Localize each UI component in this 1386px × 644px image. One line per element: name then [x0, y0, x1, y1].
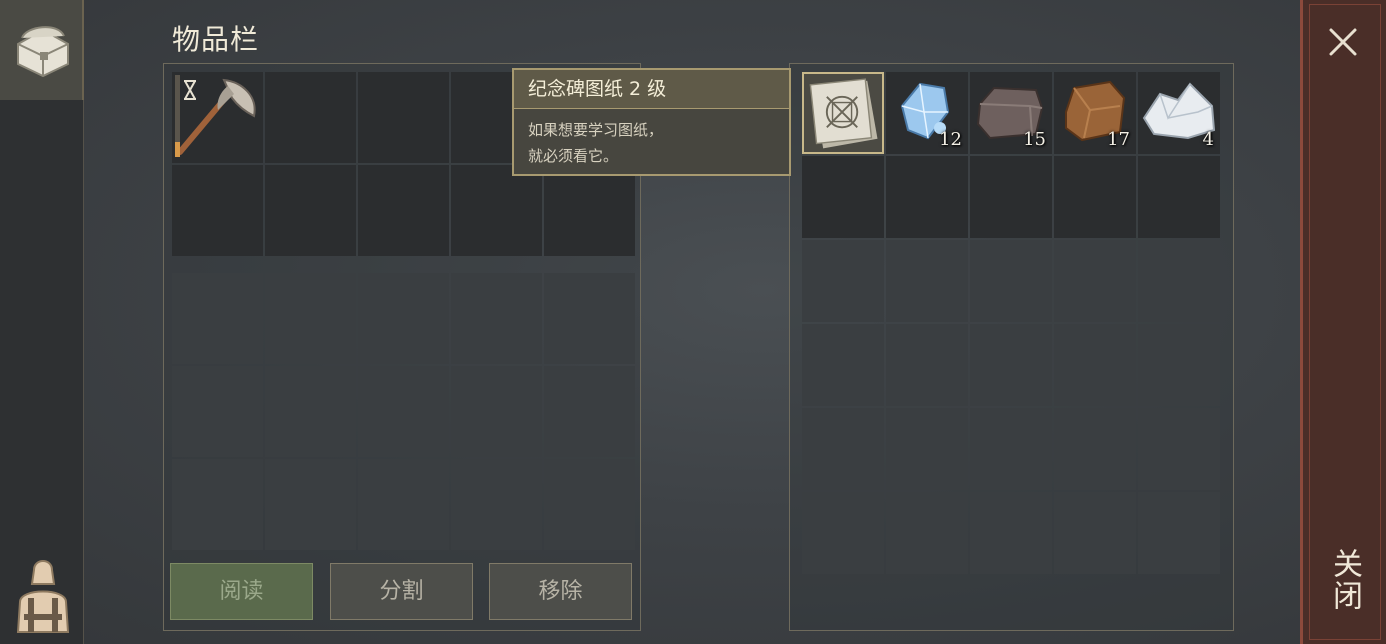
- storage-slot[interactable]: [886, 156, 968, 238]
- locked-slot: [1054, 492, 1136, 574]
- locked-slot: [451, 273, 542, 364]
- locked-slot: [358, 459, 449, 550]
- item-count: 17: [1107, 129, 1130, 150]
- blueprint-icon: [809, 78, 878, 149]
- locked-slot: [802, 492, 884, 574]
- equipment-slot[interactable]: [172, 165, 263, 256]
- locked-slot: [802, 408, 884, 490]
- locked-grid: [172, 273, 635, 550]
- page-title: 物品栏: [172, 23, 260, 56]
- locked-slot: [802, 324, 884, 406]
- locked-slot: [1054, 324, 1136, 406]
- character-icon[interactable]: [12, 552, 74, 636]
- equipment-slot[interactable]: [265, 72, 356, 163]
- locked-slot: [172, 366, 263, 457]
- locked-slot: [886, 408, 968, 490]
- storage-slot[interactable]: 17: [1054, 72, 1136, 154]
- storage-slot[interactable]: [1138, 156, 1220, 238]
- locked-slot: [265, 459, 356, 550]
- locked-slot: [1138, 408, 1220, 490]
- storage-grid: 12 15 17 4: [802, 72, 1220, 574]
- equipment-slot[interactable]: [172, 72, 263, 163]
- locked-slot: [886, 492, 968, 574]
- locked-slot: [451, 366, 542, 457]
- item-count: 15: [1023, 129, 1046, 150]
- locked-slot: [1138, 240, 1220, 322]
- locked-slot: [1138, 492, 1220, 574]
- tooltip-desc-line: 如果想要学习图纸，: [528, 121, 664, 139]
- storage-slot[interactable]: [1054, 156, 1136, 238]
- tooltip-desc-line: 就必须看它。: [528, 147, 619, 165]
- locked-slot: [970, 240, 1052, 322]
- locked-slot: [970, 408, 1052, 490]
- storage-slot[interactable]: 15: [970, 72, 1052, 154]
- read-button[interactable]: 阅读: [170, 563, 313, 620]
- locked-slot: [886, 240, 968, 322]
- locked-slot: [544, 366, 635, 457]
- locked-slot: [802, 240, 884, 322]
- locked-slot: [451, 459, 542, 550]
- storage-slot[interactable]: [802, 156, 884, 238]
- locked-slot: [1054, 240, 1136, 322]
- close-icon[interactable]: [1327, 26, 1359, 58]
- locked-slot: [1138, 324, 1220, 406]
- locked-slot: [544, 273, 635, 364]
- equipment-slot[interactable]: [451, 165, 542, 256]
- locked-slot: [265, 273, 356, 364]
- locked-slot: [886, 324, 968, 406]
- equipment-slot[interactable]: [544, 165, 635, 256]
- storage-slot[interactable]: [802, 72, 884, 154]
- equipment-slot[interactable]: [358, 165, 449, 256]
- tooltip-title: 纪念碑图纸 2 级: [514, 70, 789, 109]
- remove-button[interactable]: 移除: [489, 563, 632, 620]
- left-sidebar: [0, 0, 84, 644]
- close-button[interactable]: 关闭: [1322, 548, 1366, 612]
- locked-slot: [358, 366, 449, 457]
- locked-slot: [970, 324, 1052, 406]
- storage-slot[interactable]: 12: [886, 72, 968, 154]
- equipment-slot[interactable]: [358, 72, 449, 163]
- close-strip-border: [1309, 4, 1381, 640]
- hourglass-icon: [184, 80, 196, 100]
- locked-slot: [172, 459, 263, 550]
- item-tooltip: 纪念碑图纸 2 级 如果想要学习图纸， 就必须看它。: [512, 68, 791, 176]
- equipment-slot[interactable]: [265, 165, 356, 256]
- item-count: 12: [939, 129, 962, 150]
- item-count: 4: [1202, 129, 1214, 150]
- locked-slot: [970, 492, 1052, 574]
- locked-slot: [265, 366, 356, 457]
- split-button[interactable]: 分割: [330, 563, 473, 620]
- storage-slot[interactable]: 4: [1138, 72, 1220, 154]
- locked-slot: [358, 273, 449, 364]
- locked-slot: [172, 273, 263, 364]
- tooltip-description: 如果想要学习图纸， 就必须看它。: [514, 109, 789, 177]
- chest-icon[interactable]: [12, 18, 74, 80]
- locked-slot: [1054, 408, 1136, 490]
- storage-slot[interactable]: [970, 156, 1052, 238]
- locked-slot: [544, 459, 635, 550]
